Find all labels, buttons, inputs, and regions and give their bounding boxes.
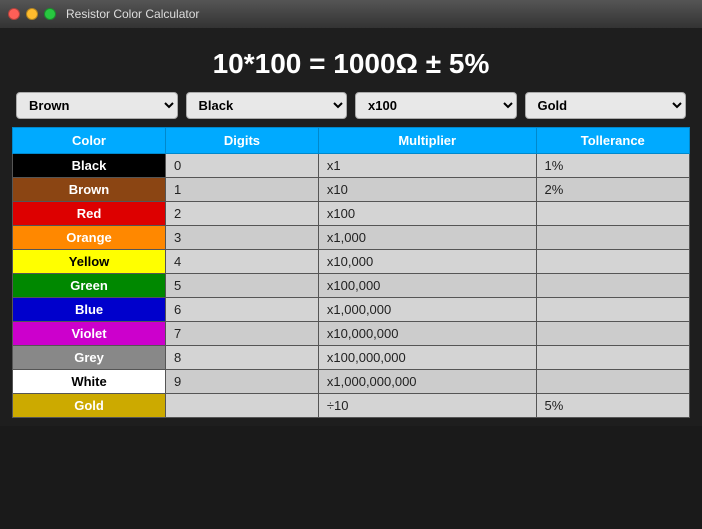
table-row: Violet7x10,000,000 xyxy=(13,322,690,346)
digits-cell: 7 xyxy=(166,322,319,346)
color-table: Color Digits Multiplier Tollerance Black… xyxy=(12,127,690,418)
band1-select[interactable]: Black Brown Red Orange Yellow Green Blue… xyxy=(16,92,178,119)
header-multiplier: Multiplier xyxy=(318,128,536,154)
multiplier-cell: x10 xyxy=(318,178,536,202)
table-row: Yellow4x10,000 xyxy=(13,250,690,274)
digits-cell: 5 xyxy=(166,274,319,298)
close-button[interactable] xyxy=(8,8,20,20)
multiplier-cell: x1,000,000,000 xyxy=(318,370,536,394)
digits-cell: 8 xyxy=(166,346,319,370)
table-row: Brown1x102% xyxy=(13,178,690,202)
multiplier-cell: x100 xyxy=(318,202,536,226)
table-row: Orange3x1,000 xyxy=(13,226,690,250)
multiplier-cell: x1,000 xyxy=(318,226,536,250)
tolerance-cell xyxy=(536,202,689,226)
tolerance-cell xyxy=(536,226,689,250)
header-tolerance: Tollerance xyxy=(536,128,689,154)
formula-display: 10*100 = 1000Ω ± 5% xyxy=(12,36,690,92)
digits-cell: 4 xyxy=(166,250,319,274)
header-color: Color xyxy=(13,128,166,154)
color-cell: Yellow xyxy=(13,250,166,274)
color-cell: Brown xyxy=(13,178,166,202)
main-content: 10*100 = 1000Ω ± 5% Black Brown Red Oran… xyxy=(0,28,702,426)
multiplier-cell: ÷10 xyxy=(318,394,536,418)
tolerance-cell xyxy=(536,346,689,370)
band2-select[interactable]: Black Brown Red Orange Yellow Green Blue… xyxy=(186,92,348,119)
multiplier-cell: x10,000 xyxy=(318,250,536,274)
digits-cell xyxy=(166,394,319,418)
multiplier-wrapper: x1 x10 x100 x1,000 x10,000 x100,000 x1,0… xyxy=(355,92,517,119)
table-row: Black0x11% xyxy=(13,154,690,178)
table-header-row: Color Digits Multiplier Tollerance xyxy=(13,128,690,154)
table-row: Gold ÷105% xyxy=(13,394,690,418)
multiplier-cell: x100,000,000 xyxy=(318,346,536,370)
color-cell: Blue xyxy=(13,298,166,322)
header-digits: Digits xyxy=(166,128,319,154)
band2-wrapper: Black Brown Red Orange Yellow Green Blue… xyxy=(186,92,348,119)
multiplier-cell: x100,000 xyxy=(318,274,536,298)
digits-cell: 9 xyxy=(166,370,319,394)
tolerance-cell xyxy=(536,322,689,346)
dropdown-row: Black Brown Red Orange Yellow Green Blue… xyxy=(12,92,690,119)
multiplier-cell: x1,000,000 xyxy=(318,298,536,322)
color-cell: Gold xyxy=(13,394,166,418)
tolerance-cell: 2% xyxy=(536,178,689,202)
multiplier-cell: x10,000,000 xyxy=(318,322,536,346)
table-row: Red2x100 xyxy=(13,202,690,226)
tolerance-select[interactable]: Gold Silver None xyxy=(525,92,687,119)
tolerance-cell xyxy=(536,298,689,322)
tolerance-wrapper: Gold Silver None xyxy=(525,92,687,119)
color-cell: Violet xyxy=(13,322,166,346)
color-cell: Orange xyxy=(13,226,166,250)
table-row: Blue6x1,000,000 xyxy=(13,298,690,322)
tolerance-cell: 5% xyxy=(536,394,689,418)
window-title: Resistor Color Calculator xyxy=(66,7,199,21)
maximize-button[interactable] xyxy=(44,8,56,20)
digits-cell: 2 xyxy=(166,202,319,226)
title-bar: Resistor Color Calculator xyxy=(0,0,702,28)
tolerance-cell xyxy=(536,250,689,274)
multiplier-select[interactable]: x1 x10 x100 x1,000 x10,000 x100,000 x1,0… xyxy=(355,92,517,119)
digits-cell: 3 xyxy=(166,226,319,250)
color-cell: Green xyxy=(13,274,166,298)
tolerance-cell xyxy=(536,370,689,394)
minimize-button[interactable] xyxy=(26,8,38,20)
band1-wrapper: Black Brown Red Orange Yellow Green Blue… xyxy=(16,92,178,119)
table-row: White9x1,000,000,000 xyxy=(13,370,690,394)
color-cell: Red xyxy=(13,202,166,226)
digits-cell: 0 xyxy=(166,154,319,178)
color-cell: Black xyxy=(13,154,166,178)
color-table-container: Color Digits Multiplier Tollerance Black… xyxy=(12,127,690,418)
multiplier-cell: x1 xyxy=(318,154,536,178)
digits-cell: 6 xyxy=(166,298,319,322)
table-row: Grey8x100,000,000 xyxy=(13,346,690,370)
digits-cell: 1 xyxy=(166,178,319,202)
color-cell: White xyxy=(13,370,166,394)
color-cell: Grey xyxy=(13,346,166,370)
tolerance-cell xyxy=(536,274,689,298)
table-row: Green5x100,000 xyxy=(13,274,690,298)
tolerance-cell: 1% xyxy=(536,154,689,178)
